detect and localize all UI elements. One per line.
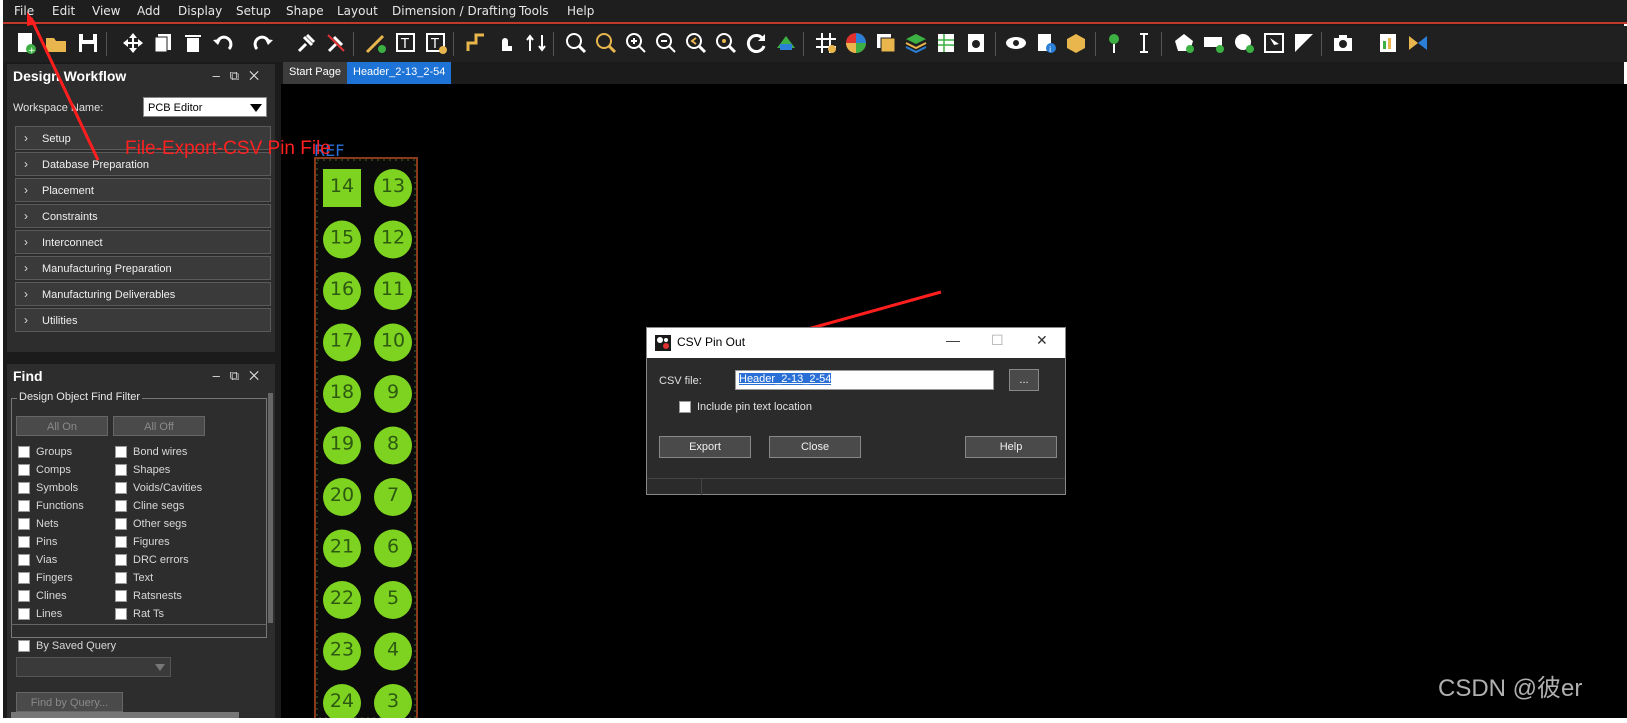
dialog-title: CSV Pin Out — [677, 335, 746, 349]
watermark: CSDN @彼er — [1438, 675, 1583, 702]
browse-button[interactable]: ... — [1009, 369, 1039, 391]
annotation-text: File-Export-CSV Pin File — [125, 138, 331, 159]
app-logo-icon — [655, 335, 671, 351]
csv-file-value: Header_2-13_2-54 — [739, 373, 832, 385]
help-button[interactable]: Help — [965, 436, 1057, 458]
arrow-head-icon — [27, 12, 37, 26]
close-button[interactable]: Close — [769, 436, 861, 458]
minimize-icon[interactable]: — — [946, 332, 960, 348]
csv-file-label: CSV file: — [659, 375, 702, 387]
pcb-editor-window: File Edit View Add Display Setup Shape L… — [0, 0, 1627, 722]
export-button[interactable]: Export — [659, 436, 751, 458]
status-divider — [701, 479, 702, 495]
dialog-status-bar — [647, 478, 1065, 495]
dialog-titlebar[interactable]: CSV Pin Out — ☐ ✕ — [647, 328, 1065, 358]
close-icon[interactable]: ✕ — [1036, 332, 1048, 349]
csv-pin-out-dialog: CSV Pin Out — ☐ ✕ CSV file: Header_2-13_… — [646, 327, 1066, 495]
annotation-arrow-file — [29, 17, 100, 161]
include-pin-text-checkbox[interactable] — [679, 401, 691, 413]
maximize-icon: ☐ — [991, 332, 1004, 348]
csv-file-input[interactable]: Header_2-13_2-54 — [735, 370, 994, 390]
include-pin-text-label: Include pin text location — [697, 401, 812, 413]
